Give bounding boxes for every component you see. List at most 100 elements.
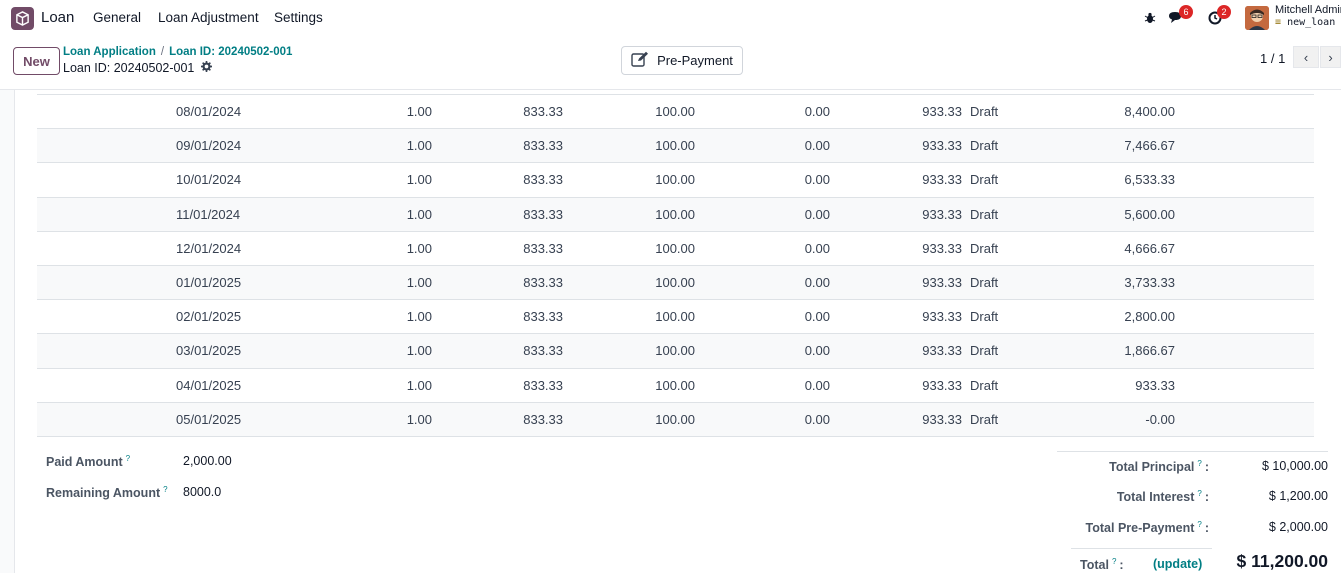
installment-table: 08/01/2024 1.00 833.33 100.00 0.00 933.33 Draf… (37, 94, 1314, 437)
help-icon[interactable]: ? (126, 454, 130, 463)
installment-remaining: 8,400.00 (1124, 104, 1175, 119)
installment-remaining: 6,533.33 (1124, 172, 1175, 188)
pre-payment-label: Pre-Payment (657, 53, 733, 68)
table-row[interactable]: 10/01/2024 1.00 833.33 100.00 0.00 933.33 Draf… (37, 163, 1314, 198)
installment-status: Draft (970, 377, 999, 393)
installment-quantity: 1.00 (406, 377, 432, 393)
installment-date: 05/01/2025 (176, 411, 242, 427)
installment-quantity: 1.00 (406, 240, 432, 256)
installment-total: 933.33 (922, 377, 962, 393)
help-icon[interactable]: ? (1112, 557, 1116, 566)
installment-quantity: 1.00 (406, 343, 432, 359)
breadcrumb-loan-application[interactable]: Loan Application (63, 46, 156, 58)
installment-prepayment: 0.00 (804, 206, 830, 222)
menu-general[interactable]: General (93, 10, 141, 25)
pager-next-button[interactable]: › (1320, 46, 1341, 68)
installment-prepayment: 0.00 (804, 274, 830, 290)
installment-status: Draft (970, 240, 999, 256)
database-label: new_loan (1287, 17, 1336, 28)
installment-principal: 833.33 (523, 377, 563, 393)
installment-remaining: -0.00 (1145, 411, 1175, 427)
user-name[interactable]: Mitchell Admin (1275, 4, 1341, 16)
installment-interest: 100.00 (655, 411, 695, 427)
new-button[interactable]: New (13, 47, 60, 75)
installment-principal: 833.33 (523, 343, 563, 359)
installment-total: 933.33 (922, 309, 962, 325)
help-icon[interactable]: ? (163, 485, 167, 494)
installment-prepayment: 0.00 (804, 240, 830, 256)
table-row[interactable]: 12/01/2024 1.00 833.33 100.00 0.00 933.33 Draf… (37, 232, 1314, 266)
installment-remaining: 4,666.67 (1124, 240, 1175, 256)
gear-icon[interactable] (201, 61, 212, 75)
installment-remaining: 7,466.67 (1124, 138, 1175, 154)
bug-icon[interactable] (1141, 9, 1159, 27)
installment-principal: 833.33 (523, 138, 563, 154)
installment-remaining: 5,600.00 (1124, 206, 1175, 222)
table-row[interactable]: 11/01/2024 1.00 833.33 100.00 0.00 933.33 Draf… (37, 197, 1314, 232)
form-sheet: 08/01/2024 1.00 833.33 100.00 0.00 933.33 Draf… (14, 90, 1341, 573)
avatar[interactable] (1245, 6, 1269, 30)
help-icon[interactable]: ? (1197, 520, 1201, 529)
installment-total: 933.33 (922, 411, 962, 427)
installment-prepayment: 0.00 (804, 377, 830, 393)
installment-total: 933.33 (922, 138, 962, 154)
installment-status: Draft (970, 309, 999, 325)
installment-status: Draft (970, 172, 999, 188)
installment-remaining: 933.33 (1135, 377, 1175, 393)
installment-date: 01/01/2025 (176, 274, 242, 290)
menu-settings[interactable]: Settings (274, 10, 323, 25)
table-row[interactable]: 09/01/2024 1.00 833.33 100.00 0.00 933.33 Draf… (37, 129, 1314, 164)
record-title: Loan ID: 20240502-001 (63, 61, 195, 75)
table-row[interactable]: 05/01/2025 1.00 833.33 100.00 0.00 933.33 Draf… (37, 402, 1314, 437)
installment-interest: 100.00 (655, 309, 695, 325)
app-logo-icon[interactable] (11, 7, 34, 30)
installment-remaining: 3,733.33 (1124, 274, 1175, 290)
installment-prepayment: 0.00 (804, 104, 830, 119)
breadcrumb-separator: / (160, 46, 165, 58)
installment-principal: 833.33 (523, 240, 563, 256)
table-row[interactable]: 04/01/2025 1.00 833.33 100.00 0.00 933.33 Draf… (37, 369, 1314, 403)
installment-interest: 100.00 (655, 377, 695, 393)
installment-interest: 100.00 (655, 206, 695, 222)
installment-interest: 100.00 (655, 274, 695, 290)
installment-total: 933.33 (922, 343, 962, 359)
table-row[interactable]: 02/01/2025 1.00 833.33 100.00 0.00 933.33 Draf… (37, 300, 1314, 335)
help-icon[interactable]: ? (1197, 459, 1201, 468)
help-icon[interactable]: ? (1197, 489, 1201, 498)
paid-amount-label: Paid Amount? (46, 454, 131, 470)
loan-summary: Total Principal?: $ 10,000.00 Total Inte… (1057, 451, 1328, 572)
installment-prepayment: 0.00 (804, 411, 830, 427)
update-link[interactable]: (update) (1153, 557, 1202, 571)
paid-amount-value: 2,000.00 (183, 454, 232, 468)
installment-interest: 100.00 (655, 343, 695, 359)
installment-principal: 833.33 (523, 274, 563, 290)
edit-icon (631, 51, 649, 70)
installment-principal: 833.33 (523, 206, 563, 222)
table-row[interactable]: 01/01/2025 1.00 833.33 100.00 0.00 933.33 Draf… (37, 265, 1314, 301)
installment-principal: 833.33 (523, 104, 563, 119)
chevron-right-icon: › (1328, 49, 1333, 65)
installment-total: 933.33 (922, 274, 962, 290)
installment-remaining: 1,866.67 (1124, 343, 1175, 359)
installment-remaining: 2,800.00 (1124, 309, 1175, 325)
table-row[interactable]: 08/01/2024 1.00 833.33 100.00 0.00 933.33 Draf… (37, 95, 1314, 130)
app-name[interactable]: Loan (41, 9, 74, 26)
breadcrumb-loan-id[interactable]: Loan ID: 20240502-001 (169, 46, 292, 58)
remaining-amount-label: Remaining Amount? (46, 485, 168, 501)
installment-interest: 100.00 (655, 104, 695, 119)
installment-total: 933.33 (922, 206, 962, 222)
pager-previous-button[interactable]: ‹ (1293, 46, 1319, 68)
total-prepayment-label: Total Pre-Payment?: (1085, 520, 1209, 536)
installment-quantity: 1.00 (406, 309, 432, 325)
messages-badge: 6 (1179, 5, 1193, 19)
table-row[interactable]: 03/01/2025 1.00 833.33 100.00 0.00 933.33 Draf… (37, 334, 1314, 369)
installment-principal: 833.33 (523, 172, 563, 188)
activities-badge: 2 (1217, 5, 1231, 19)
pre-payment-button[interactable]: Pre-Payment (621, 46, 743, 75)
installment-principal: 833.33 (523, 411, 563, 427)
installment-status: Draft (970, 411, 999, 427)
installment-date: 11/01/2024 (176, 206, 241, 222)
divider (1071, 548, 1212, 549)
pager-value[interactable]: 1 / 1 (1260, 51, 1285, 66)
menu-loan-adjustment[interactable]: Loan Adjustment (158, 10, 259, 25)
